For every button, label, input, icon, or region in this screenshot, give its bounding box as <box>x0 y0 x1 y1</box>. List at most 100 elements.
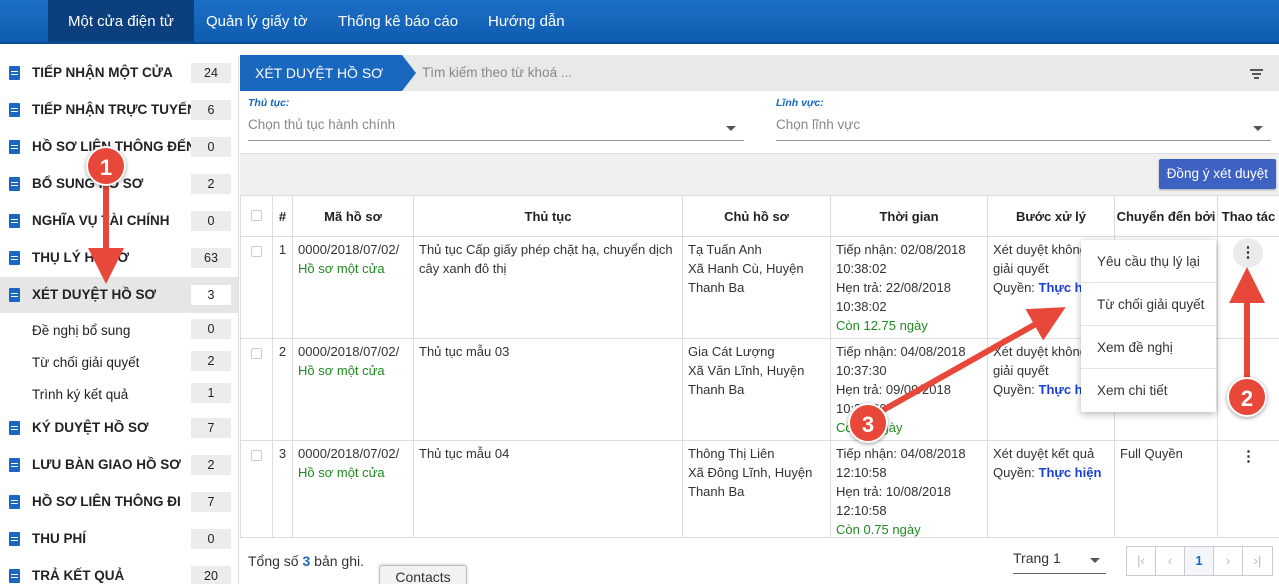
tab-thong-ke-bao-cao[interactable]: Thống kê báo cáo <box>318 0 478 42</box>
col-owner: Chủ hồ sơ <box>682 195 831 237</box>
sidebar-subitem-tu-choi-giai-quyet[interactable]: Từ chối giải quyết 2 <box>0 345 238 377</box>
count-badge: 20 <box>191 566 231 584</box>
sidebar-item-luu-ban-giao-ho-so[interactable]: LƯU BÀN GIAO HỒ SƠ 2 <box>0 447 238 483</box>
table-row[interactable]: 3 0000/2018/07/02/Hồ sơ một cửa Thủ tục … <box>240 440 1279 543</box>
total-records: Tổng số 3 bản ghi. <box>248 553 364 569</box>
count-badge: 63 <box>191 248 231 268</box>
received-time: Tiếp nhận: 02/08/2018 10:38:02 <box>836 242 966 276</box>
count-badge: 0 <box>191 137 231 157</box>
search-input[interactable]: Tìm kiếm theo từ khoá ... <box>422 65 572 80</box>
record-code[interactable]: 0000/2018/07/02/ <box>298 342 408 361</box>
forwarded-by: Full Quyền <box>1114 440 1218 543</box>
sidebar-item-nghia-vu-tai-chinh[interactable]: NGHĨA VỤ TÀI CHÍNH 0 <box>0 203 238 239</box>
document-icon <box>9 532 20 546</box>
page-number[interactable]: 1 <box>1185 547 1214 575</box>
approve-button[interactable]: Đồng ý xét duyệt <box>1158 159 1276 189</box>
procedure-label: Thủ tục: <box>248 97 290 109</box>
sidebar-item-xet-duyet-ho-so[interactable]: XÉT DUYỆT HỒ SƠ 3 <box>0 277 238 313</box>
col-actions: Thao tác <box>1217 195 1279 237</box>
document-icon <box>9 458 20 472</box>
record-owner: Gia Cát Lượng <box>688 344 775 359</box>
sidebar-item-ho-so-lien-thong-di[interactable]: HỒ SƠ LIÊN THÔNG ĐI 7 <box>0 484 238 520</box>
count-badge: 2 <box>191 455 231 475</box>
row-number: 3 <box>272 440 293 543</box>
sidebar-item-tra-ket-qua[interactable]: TRẢ KẾT QUẢ 20 <box>0 558 238 584</box>
more-vertical-icon[interactable]: ⋮ <box>1233 238 1263 268</box>
caret-down-icon <box>726 126 736 131</box>
more-vertical-icon[interactable]: ⋮ <box>1223 449 1274 464</box>
menu-item-view-details[interactable]: Xem chi tiết <box>1081 369 1216 412</box>
count-badge: 3 <box>191 285 231 305</box>
last-page-icon[interactable]: ›| <box>1243 547 1272 575</box>
tab-quan-ly-giay-to[interactable]: Quản lý giấy tờ <box>186 0 328 42</box>
count-badge: 0 <box>191 529 231 549</box>
menu-item-refuse[interactable]: Từ chối giải quyết <box>1081 283 1216 326</box>
row-checkbox[interactable] <box>251 246 262 257</box>
sidebar-item-thu-ly-ho-so[interactable]: THỤ LÝ HỒ SƠ 63 <box>0 240 238 276</box>
count-badge: 2 <box>191 351 231 371</box>
record-source: Hồ sơ một cửa <box>298 465 385 480</box>
sidebar-item-thu-phi[interactable]: THU PHÍ 0 <box>0 521 238 557</box>
caret-down-icon <box>1253 126 1263 131</box>
record-code[interactable]: 0000/2018/07/02/ <box>298 444 408 463</box>
row-checkbox[interactable] <box>251 450 262 461</box>
document-icon <box>9 288 20 302</box>
count-badge: 1 <box>191 383 231 403</box>
prev-page-icon[interactable]: ‹ <box>1156 547 1185 575</box>
sidebar-subitem-trinh-ky-ket-qua[interactable]: Trình ký kết quả 1 <box>0 377 238 409</box>
count-badge: 24 <box>191 63 231 83</box>
col-forwarded-by: Chuyển đến bởi <box>1114 195 1218 237</box>
record-procedure: Thủ tục mẫu 03 <box>413 338 683 441</box>
field-placeholder: Chọn lĩnh vực <box>776 117 861 132</box>
due-time: Hẹn trả: 22/08/2018 10:38:02 <box>836 280 951 314</box>
page-select[interactable]: Trang 1 <box>1013 550 1106 574</box>
tab-mot-cua-dien-tu[interactable]: Một cửa điện tử <box>48 0 194 42</box>
record-address: Xã Hanh Cù, Huyện Thanh Ba <box>688 261 804 295</box>
record-owner: Tạ Tuấn Anh <box>688 242 762 257</box>
document-icon <box>9 103 20 117</box>
document-icon <box>9 421 20 435</box>
procedure-select[interactable]: Chọn thủ tục hành chính <box>248 117 744 141</box>
caret-down-icon <box>1090 558 1100 563</box>
sidebar-item-tiep-nhan-mot-cua[interactable]: TIẾP NHẬN MỘT CỬA 24 <box>0 55 238 91</box>
tab-huong-dan[interactable]: Hướng dẫn <box>468 0 585 42</box>
count-badge: 7 <box>191 492 231 512</box>
sidebar: TIẾP NHẬN MỘT CỬA 24 TIẾP NHẬN TRỰC TUYẾN… <box>0 55 239 584</box>
next-page-icon[interactable]: › <box>1214 547 1243 575</box>
pagination: |‹ ‹ 1 › ›| <box>1126 546 1273 576</box>
header-bar: XÉT DUYỆT HỒ SƠ Tìm kiếm theo từ khoá ..… <box>240 55 1279 91</box>
col-code: Mã hồ sơ <box>292 195 414 237</box>
marker-3: 3 <box>848 403 888 443</box>
first-page-icon[interactable]: |‹ <box>1127 547 1156 575</box>
top-nav: Một cửa điện tử Quản lý giấy tờ Thống kê… <box>0 0 1279 44</box>
col-step: Bước xử lý <box>987 195 1115 237</box>
record-owner: Thông Thị Liên <box>688 446 775 461</box>
row-checkbox[interactable] <box>251 348 262 359</box>
permission-label: Quyền: <box>993 465 1035 480</box>
field-select[interactable]: Chọn lĩnh vực <box>776 117 1271 141</box>
sidebar-item-ky-duyet-ho-so[interactable]: KÝ DUYỆT HỒ SƠ 7 <box>0 410 238 446</box>
sidebar-subitem-de-nghi-bo-sung[interactable]: Đề nghị bổ sung 0 <box>0 313 238 345</box>
document-icon <box>9 569 20 583</box>
record-procedure: Thủ tục Cấp giấy phép chặt hạ, chuyển dị… <box>413 236 683 339</box>
col-index: # <box>272 195 293 237</box>
document-icon <box>9 177 20 191</box>
record-source: Hồ sơ một cửa <box>298 261 385 276</box>
record-procedure: Thủ tục mẫu 04 <box>413 440 683 543</box>
menu-item-request-reprocess[interactable]: Yêu cầu thụ lý lại <box>1081 240 1216 283</box>
row-action-menu: Yêu cầu thụ lý lại Từ chối giải quyết Xe… <box>1081 240 1216 412</box>
count-badge: 0 <box>191 211 231 231</box>
due-time: Hẹn trả: 10/08/2018 12:10:58 <box>836 484 951 518</box>
document-icon <box>9 214 20 228</box>
filter-icon[interactable] <box>1250 69 1263 79</box>
breadcrumb: XÉT DUYỆT HỒ SƠ <box>240 55 416 91</box>
document-icon <box>9 251 20 265</box>
record-code[interactable]: 0000/2018/07/02/ <box>298 240 408 259</box>
select-all-checkbox[interactable] <box>240 195 273 237</box>
sidebar-item-tiep-nhan-truc-tuyen[interactable]: TIẾP NHẬN TRỰC TUYẾN 6 <box>0 92 238 128</box>
document-icon <box>9 140 20 154</box>
menu-item-view-proposal[interactable]: Xem đề nghị <box>1081 326 1216 369</box>
record-address: Xã Văn Lĩnh, Huyện Thanh Ba <box>688 363 805 397</box>
contacts-tab[interactable]: Contacts <box>379 565 467 584</box>
toolbar: Đồng ý xét duyệt <box>240 153 1279 195</box>
